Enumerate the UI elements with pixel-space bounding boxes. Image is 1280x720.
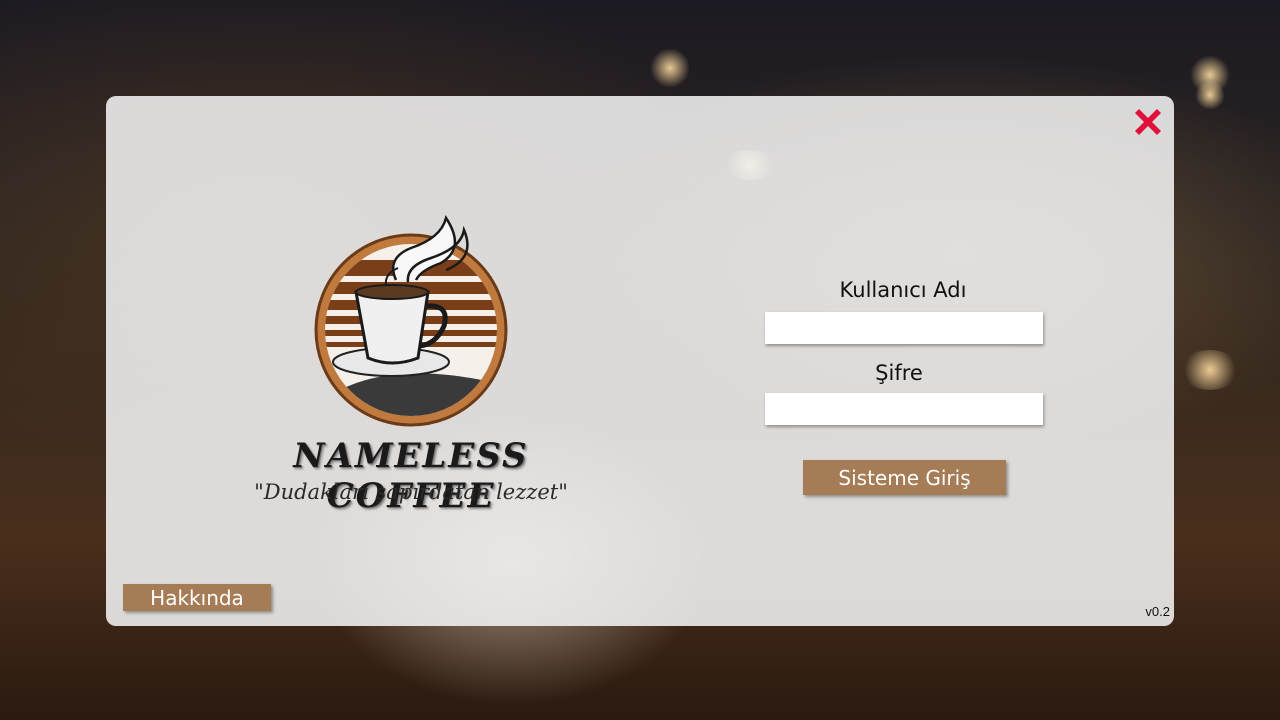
username-label: Kullanıcı Adı [839, 278, 967, 302]
brand-logo: NAMELESS COFFEE "Dudakları şapırdatan le… [236, 208, 586, 516]
password-label: Şifre [875, 361, 923, 385]
close-button[interactable] [1130, 104, 1166, 140]
about-button[interactable]: Hakkında [123, 584, 271, 611]
close-icon [1135, 109, 1161, 135]
login-button[interactable]: Sisteme Giriş [803, 460, 1006, 495]
brand-name: NAMELESS COFFEE [293, 436, 529, 516]
version-label: v0.2 [1145, 604, 1170, 619]
password-input[interactable] [765, 393, 1043, 425]
username-input[interactable] [765, 312, 1043, 344]
coffee-cup-icon [314, 214, 508, 427]
brand-slogan: "Dudakları şapırdatan lezzet" [254, 480, 568, 504]
